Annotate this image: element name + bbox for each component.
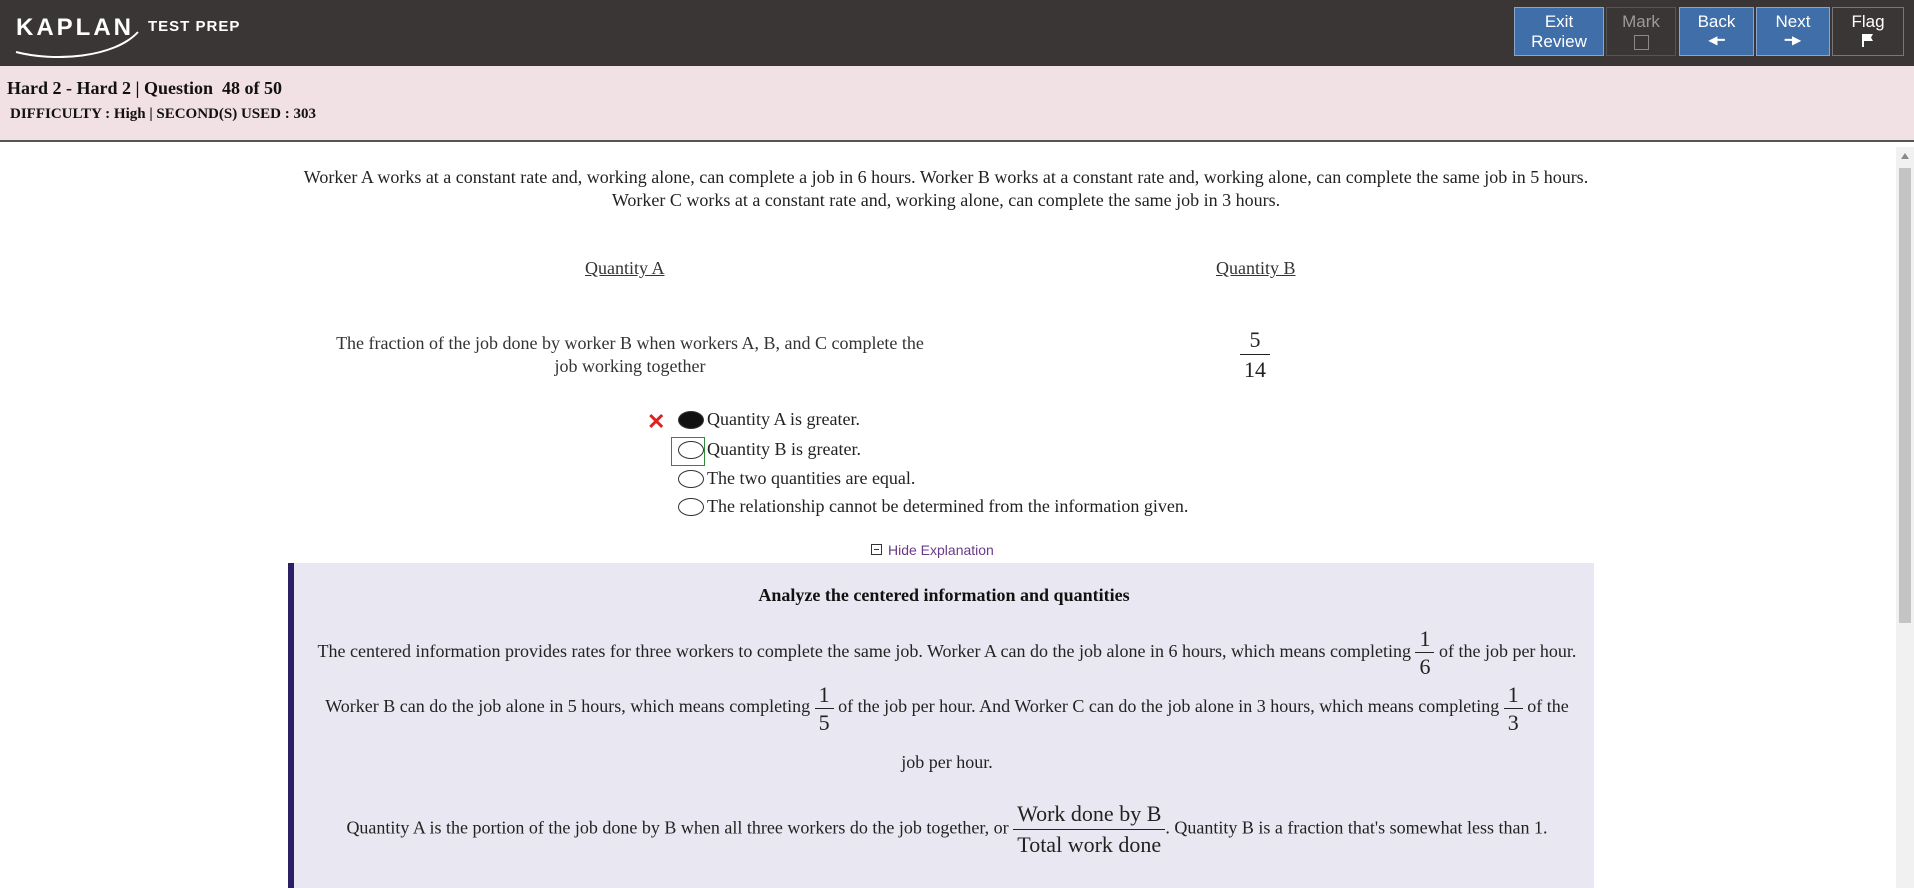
exit-label-line1: Exit — [1544, 12, 1574, 31]
right-arrow-icon: ━▶ — [1784, 33, 1802, 47]
fraction-numerator: Work done by B — [1013, 799, 1166, 830]
fraction-one-sixth: 16 — [1415, 625, 1435, 680]
answer-option-label: The relationship cannot be determined fr… — [707, 496, 1189, 516]
scrollbar-thumb[interactable] — [1899, 168, 1911, 623]
answer-option-a[interactable]: Quantity A is greater. — [678, 409, 860, 430]
fraction-one-fifth: 15 — [814, 681, 834, 736]
fraction-numerator: 1 — [1503, 681, 1523, 709]
fraction-denominator: Total work done — [1017, 832, 1162, 857]
scroll-up-icon[interactable] — [1901, 153, 1909, 159]
quantity-a-label: Quantity A — [585, 258, 665, 278]
fraction-numerator: 1 — [1415, 625, 1435, 654]
fraction-denominator: 6 — [1419, 654, 1431, 680]
question-info-bar: Hard 2 - Hard 2 | Question 48 of 50 DIFF… — [0, 66, 1914, 142]
answer-option-b[interactable]: Quantity B is greater. — [678, 439, 861, 460]
radio-button[interactable] — [678, 440, 704, 459]
hide-explanation-label: Hide Explanation — [888, 542, 994, 558]
radio-button-selected[interactable] — [678, 410, 704, 429]
exit-label-line2: Review — [1531, 32, 1587, 51]
mark-label: Mark — [1622, 12, 1660, 31]
answer-option-label: The two quantities are equal. — [707, 468, 916, 488]
explanation-text: . Quantity B is a fraction that's somewh… — [1165, 817, 1548, 838]
vertical-scrollbar[interactable] — [1896, 147, 1914, 888]
fraction-work-ratio: Work done by B Total work done — [1013, 799, 1166, 860]
flag-icon — [1833, 33, 1903, 50]
mark-checkbox-icon — [1633, 35, 1649, 50]
fraction-denominator: 3 — [1507, 709, 1519, 735]
fraction-denominator: 5 — [818, 709, 830, 735]
fraction-one-third: 13 — [1503, 681, 1523, 736]
explanation-text: The centered information provides rates … — [317, 641, 1411, 661]
quantity-b-numerator: 5 — [1240, 326, 1270, 355]
explanation-title: Analyze the centered information and qua… — [758, 585, 1130, 605]
quantity-b-fraction: 5 14 — [1240, 326, 1270, 385]
explanation-paragraph-2: Quantity A is the portion of the job don… — [312, 799, 1582, 860]
quantity-b-denominator: 14 — [1244, 357, 1266, 382]
explanation-text: of the job per hour. And Worker C can do… — [838, 696, 1500, 717]
logo-brand: KAPLAN — [16, 14, 134, 41]
back-label: Back — [1697, 12, 1736, 31]
hide-explanation-link[interactable]: Hide Explanation — [871, 542, 994, 558]
next-label: Next — [1775, 12, 1811, 31]
radio-button[interactable] — [678, 497, 704, 516]
back-button[interactable]: Back ◀━ — [1679, 7, 1754, 56]
answer-option-label: Quantity B is greater. — [707, 439, 861, 459]
question-title: Hard 2 - Hard 2 | Question 48 of 50 — [7, 78, 282, 98]
answer-option-d[interactable]: The relationship cannot be determined fr… — [678, 496, 1188, 517]
flag-label: Flag — [1851, 12, 1885, 31]
question-stem: Worker A works at a constant rate and, w… — [303, 167, 1589, 210]
left-arrow-icon: ◀━ — [1708, 33, 1725, 47]
exit-review-button[interactable]: Exit Review — [1514, 7, 1604, 56]
top-toolbar: KAPLAN TEST PREP Exit Review Mark Back ◀… — [0, 0, 1914, 66]
mark-button[interactable]: Mark — [1606, 7, 1676, 56]
explanation-text: Quantity A is the portion of the job don… — [346, 817, 1009, 838]
logo-subtitle: TEST PREP — [148, 18, 241, 35]
quantity-b-label: Quantity B — [1216, 258, 1296, 278]
quantity-a-text: The fraction of the job done by worker B… — [336, 333, 924, 376]
explanation-paragraph-1: The centered information provides rates … — [312, 625, 1582, 789]
flag-button[interactable]: Flag — [1832, 7, 1904, 56]
question-meta: DIFFICULTY : High | SECOND(S) USED : 303 — [10, 106, 316, 122]
answer-option-label: Quantity A is greater. — [707, 409, 860, 429]
answer-option-c[interactable]: The two quantities are equal. — [678, 468, 915, 489]
explanation-panel: Analyze the centered information and qua… — [288, 563, 1594, 888]
fraction-numerator: 1 — [814, 681, 834, 709]
radio-button[interactable] — [678, 469, 704, 488]
next-button[interactable]: Next ━▶ — [1756, 7, 1830, 56]
incorrect-x-icon: ✕ — [647, 409, 666, 434]
collapse-icon — [871, 543, 882, 555]
